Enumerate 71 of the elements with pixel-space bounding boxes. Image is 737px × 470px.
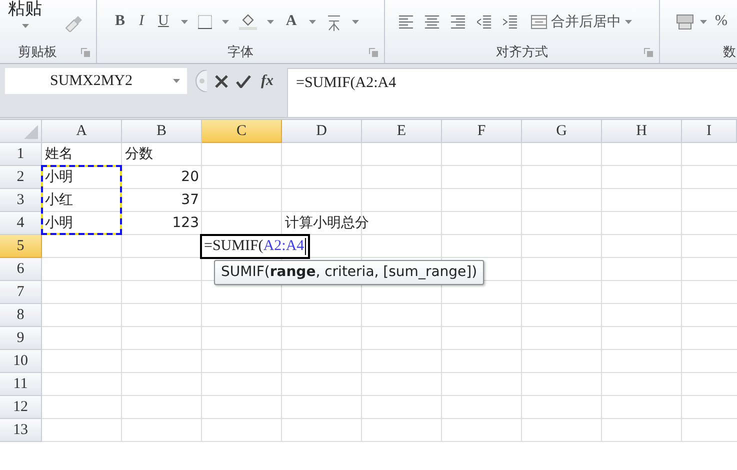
insert-function-button[interactable]: fx (259, 74, 276, 88)
cell-editor[interactable]: =SUMIF(A2:A4 (200, 234, 310, 259)
paste-button[interactable]: 粘贴 (6, 1, 44, 28)
cell-text: 分数 (125, 145, 153, 164)
row-header[interactable]: 11 (0, 373, 42, 396)
borders-icon[interactable] (198, 14, 212, 29)
column-header[interactable]: F (442, 120, 522, 143)
group-label: 对齐方式 (496, 44, 548, 62)
caret-icon[interactable] (222, 20, 229, 24)
dialog-launcher-icon[interactable] (81, 48, 90, 58)
caret-icon[interactable] (22, 24, 28, 28)
cell-text: 计算小明总分 (285, 214, 369, 233)
caret-icon[interactable] (700, 20, 707, 24)
dialog-launcher-icon[interactable] (644, 48, 653, 58)
row-header[interactable]: 7 (0, 281, 42, 304)
check-icon[interactable] (236, 74, 251, 88)
row-header[interactable]: 2 (0, 166, 42, 189)
decrease-indent-icon[interactable] (477, 14, 491, 29)
row-header[interactable]: 13 (0, 419, 42, 442)
merge-cells-icon (531, 14, 547, 29)
formula-input[interactable]: =SUMIF(A2:A4 (287, 68, 737, 118)
caret-icon[interactable] (180, 20, 188, 24)
row-header[interactable]: 9 (0, 327, 42, 350)
row-header[interactable]: 12 (0, 396, 42, 419)
group-label: 剪贴板 (18, 44, 57, 62)
align-center-icon[interactable] (425, 14, 439, 29)
column-header[interactable]: D (282, 120, 362, 143)
cell-text: 姓名 (45, 145, 73, 164)
font-color-button[interactable]: A (284, 14, 299, 30)
group-label: 字体 (228, 44, 254, 62)
row-header[interactable]: 1 (0, 143, 42, 166)
cancel-icon[interactable] (215, 74, 228, 88)
dialog-launcher-icon[interactable] (369, 48, 378, 58)
column-header[interactable]: H (602, 120, 682, 143)
splitter-handle-icon[interactable] (193, 70, 207, 92)
caret-icon[interactable] (625, 20, 632, 24)
format-painter-icon[interactable] (64, 16, 82, 32)
row-header[interactable]: 6 (0, 258, 42, 281)
cell-text: 小明 (45, 214, 73, 233)
row-header[interactable]: 5 (0, 235, 42, 258)
group-label: 数 (723, 44, 736, 62)
cell-text: 123 (172, 214, 199, 233)
column-header[interactable]: A (42, 120, 122, 143)
caret-icon[interactable] (266, 20, 274, 24)
column-header[interactable]: I (682, 120, 737, 143)
row-header[interactable]: 8 (0, 304, 42, 327)
column-header[interactable]: E (362, 120, 442, 143)
row-header[interactable]: 10 (0, 350, 42, 373)
caret-icon[interactable] (352, 20, 359, 24)
percent-button[interactable]: % (713, 14, 730, 30)
name-box[interactable]: SUMX2MY2 (5, 68, 187, 94)
align-left-icon[interactable] (399, 14, 413, 29)
bold-button[interactable]: B (113, 14, 128, 30)
fill-color-icon[interactable] (238, 14, 257, 30)
row-header[interactable]: 4 (0, 212, 42, 235)
column-header[interactable]: G (522, 120, 602, 143)
italic-button[interactable]: I (137, 14, 146, 30)
align-right-icon[interactable] (451, 14, 465, 29)
increase-indent-icon[interactable] (503, 14, 517, 29)
cell-text: 小明 (45, 168, 73, 187)
row-header[interactable]: 3 (0, 189, 42, 212)
column-header[interactable]: C (202, 120, 282, 143)
column-header[interactable]: B (122, 120, 202, 143)
function-tooltip: SUMIF(range, criteria, [sum_range]) (214, 260, 484, 285)
cell-text: 小红 (45, 191, 73, 210)
caret-icon[interactable] (173, 79, 180, 83)
underline-button[interactable]: U (156, 14, 171, 30)
cell-text: 20 (181, 168, 199, 187)
caret-icon[interactable] (308, 20, 316, 24)
merge-center-button[interactable]: 合并后居中 (529, 14, 634, 29)
cell-text: 37 (181, 191, 199, 210)
